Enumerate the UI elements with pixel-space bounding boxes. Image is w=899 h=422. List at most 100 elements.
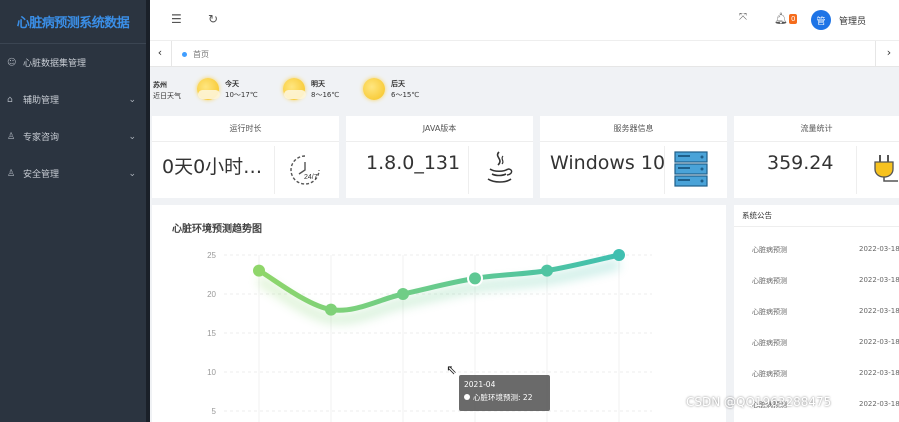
system-notice-panel: 系统公告 心脏病预测 2022-03-18 心脏病预测 2022-03-18 心脏病… [734, 205, 899, 422]
tab-home[interactable]: 首页 [182, 46, 209, 62]
watermark: CSDN @QQ1963288475 [686, 395, 832, 409]
weather-day-label: 今天 [225, 80, 239, 88]
stat-card-traffic: 流量统计 359.24 [734, 116, 899, 198]
tab-scroll-left-icon[interactable]: ‹ [150, 46, 170, 59]
avatar[interactable]: 管 [811, 10, 831, 30]
home-icon: ⌂ [7, 94, 13, 105]
city-name: 苏州 [153, 81, 167, 89]
series-line-shadow [256, 259, 621, 325]
chevron-down-icon: ⌄ [128, 94, 136, 105]
data-point[interactable] [325, 303, 337, 316]
sidebar: 心脏病预测系统数据 ☺ 心脏数据集管理 ⌂ 辅助管理 ⌄ ♙ 专家咨询 ⌄ ♙ … [0, 0, 146, 422]
notice-label: 心脏病预测 [752, 370, 787, 378]
weather-city: 苏州 近日天气 [153, 80, 181, 102]
sidebar-item-security[interactable]: ♙ 安全管理 ⌄ [0, 155, 146, 192]
plug-icon [874, 155, 898, 182]
notification-badge: 0 [788, 13, 798, 24]
list-item[interactable]: 心脏病预测 2022-03-18 [734, 357, 899, 388]
fullscreen-icon[interactable]: ⤧ [739, 12, 747, 23]
card-value: Windows 10 [550, 152, 666, 174]
sidebar-item-label: 心脏数据集管理 [23, 59, 87, 69]
list-item[interactable]: 心脏病预测 2022-03-18 [734, 264, 899, 295]
data-point[interactable] [541, 264, 553, 277]
notice-date: 2022-03-18 [859, 276, 899, 284]
card-value: 1.8.0_131 [366, 152, 461, 174]
sidebar-item-assist[interactable]: ⌂ 辅助管理 ⌄ [0, 81, 146, 118]
y-tick-label: 10 [207, 368, 216, 377]
notice-date: 2022-03-18 [859, 400, 899, 408]
weather-day-today: 今天 10～17℃ [197, 78, 258, 102]
tooltip-category: 2021-04 [464, 380, 496, 389]
user-icon: ♙ [7, 131, 16, 142]
card-title: JAVA版本 [346, 116, 533, 142]
series-line [256, 252, 622, 313]
y-tick-label: 20 [207, 290, 216, 299]
card-title: 服务器信息 [540, 116, 727, 142]
partly-cloudy-icon [197, 78, 221, 102]
notice-date: 2022-03-18 [859, 338, 899, 346]
list-item[interactable]: 心脏病预测 2022-03-18 [734, 295, 899, 326]
data-point[interactable] [467, 270, 483, 287]
chevron-down-icon: ⌄ [128, 131, 136, 142]
notice-label: 心脏病预测 [752, 308, 787, 316]
tab-home-label: 首页 [193, 49, 209, 59]
refresh-icon[interactable]: ↻ [208, 12, 218, 26]
menu-fold-icon[interactable]: ☰ [171, 12, 182, 26]
trend-chart[interactable]: 5 10 15 20 25 [152, 205, 726, 422]
sidebar-item-expert[interactable]: ♙ 专家咨询 ⌄ [0, 118, 146, 155]
notice-label: 心脏病预测 [752, 277, 787, 285]
y-tick-label: 5 [212, 407, 217, 416]
card-title: 运行时长 [152, 116, 339, 142]
clock-24-7-icon: 24/7 [290, 155, 320, 185]
sidebar-item-label: 安全管理 [23, 170, 60, 180]
smile-icon: ☺ [7, 57, 17, 68]
notice-label: 心脏病预测 [752, 339, 787, 347]
stat-card-uptime: 运行时长 0天0小时… 24/7 [152, 116, 339, 198]
tab-scroll-right-icon[interactable]: › [879, 46, 899, 59]
app-brand: 心脏病预测系统数据 [0, 0, 146, 44]
sunny-icon [363, 78, 387, 102]
weather-day-after: 后天 6～15℃ [363, 78, 419, 102]
divider [664, 146, 665, 194]
list-item[interactable]: 心脏病预测 2022-03-18 [734, 326, 899, 357]
weather-day-tomorrow: 明天 8～16℃ [283, 78, 339, 102]
data-point[interactable] [397, 288, 409, 300]
topbar: ☰ ↻ ⤧ 🔔︎ 0 管 管理员 [150, 0, 899, 41]
sidebar-item-label: 辅助管理 [23, 96, 60, 106]
notice-date: 2022-03-18 [859, 307, 899, 315]
svg-text:24/7: 24/7 [304, 174, 318, 181]
username[interactable]: 管理员 [839, 14, 866, 27]
stat-card-server: 服务器信息 Windows 10 [540, 116, 727, 198]
divider [468, 146, 469, 194]
y-tick-label: 25 [207, 251, 216, 260]
notification-bell[interactable]: 🔔︎ 0 [774, 12, 798, 25]
weather-day-temp: 6～15℃ [391, 91, 420, 99]
weather-day-label: 明天 [311, 80, 325, 88]
divider [875, 41, 876, 67]
data-point[interactable] [253, 264, 265, 277]
divider [274, 146, 275, 194]
weather-day-label: 后天 [391, 80, 405, 88]
sidebar-item-label: 专家咨询 [23, 133, 60, 143]
series-dot-icon [464, 394, 470, 400]
bell-icon: 🔔︎ [774, 12, 788, 25]
notice-title: 系统公告 [734, 205, 899, 227]
trend-chart-panel: 心脏环境预测趋势图 5 10 15 20 25 2021-04 心脏环境预测: 22 [152, 205, 726, 422]
mouse-cursor-icon: ⇖ [446, 363, 457, 378]
stat-card-java: JAVA版本 1.8.0_131 [346, 116, 533, 198]
chevron-down-icon: ⌄ [128, 168, 136, 179]
weather-day-temp: 10～17℃ [225, 91, 258, 99]
active-dot-icon [182, 51, 187, 57]
server-icon [674, 151, 708, 187]
city-sub: 近日天气 [153, 92, 181, 100]
list-item[interactable]: 心脏病预测 2022-03-18 [734, 233, 899, 264]
weather-day-temp: 8～16℃ [311, 91, 340, 99]
y-tick-label: 15 [207, 329, 216, 338]
tooltip-series: 心脏环境预测 [473, 393, 518, 402]
divider [856, 146, 857, 194]
data-point[interactable] [613, 249, 625, 261]
sidebar-item-heart-dataset[interactable]: ☺ 心脏数据集管理 [0, 44, 146, 81]
divider [171, 41, 172, 67]
weather-strip: 苏州 近日天气 今天 10～17℃ 明天 8～16℃ 后天 6～15℃ [150, 68, 899, 114]
java-icon [487, 151, 513, 183]
